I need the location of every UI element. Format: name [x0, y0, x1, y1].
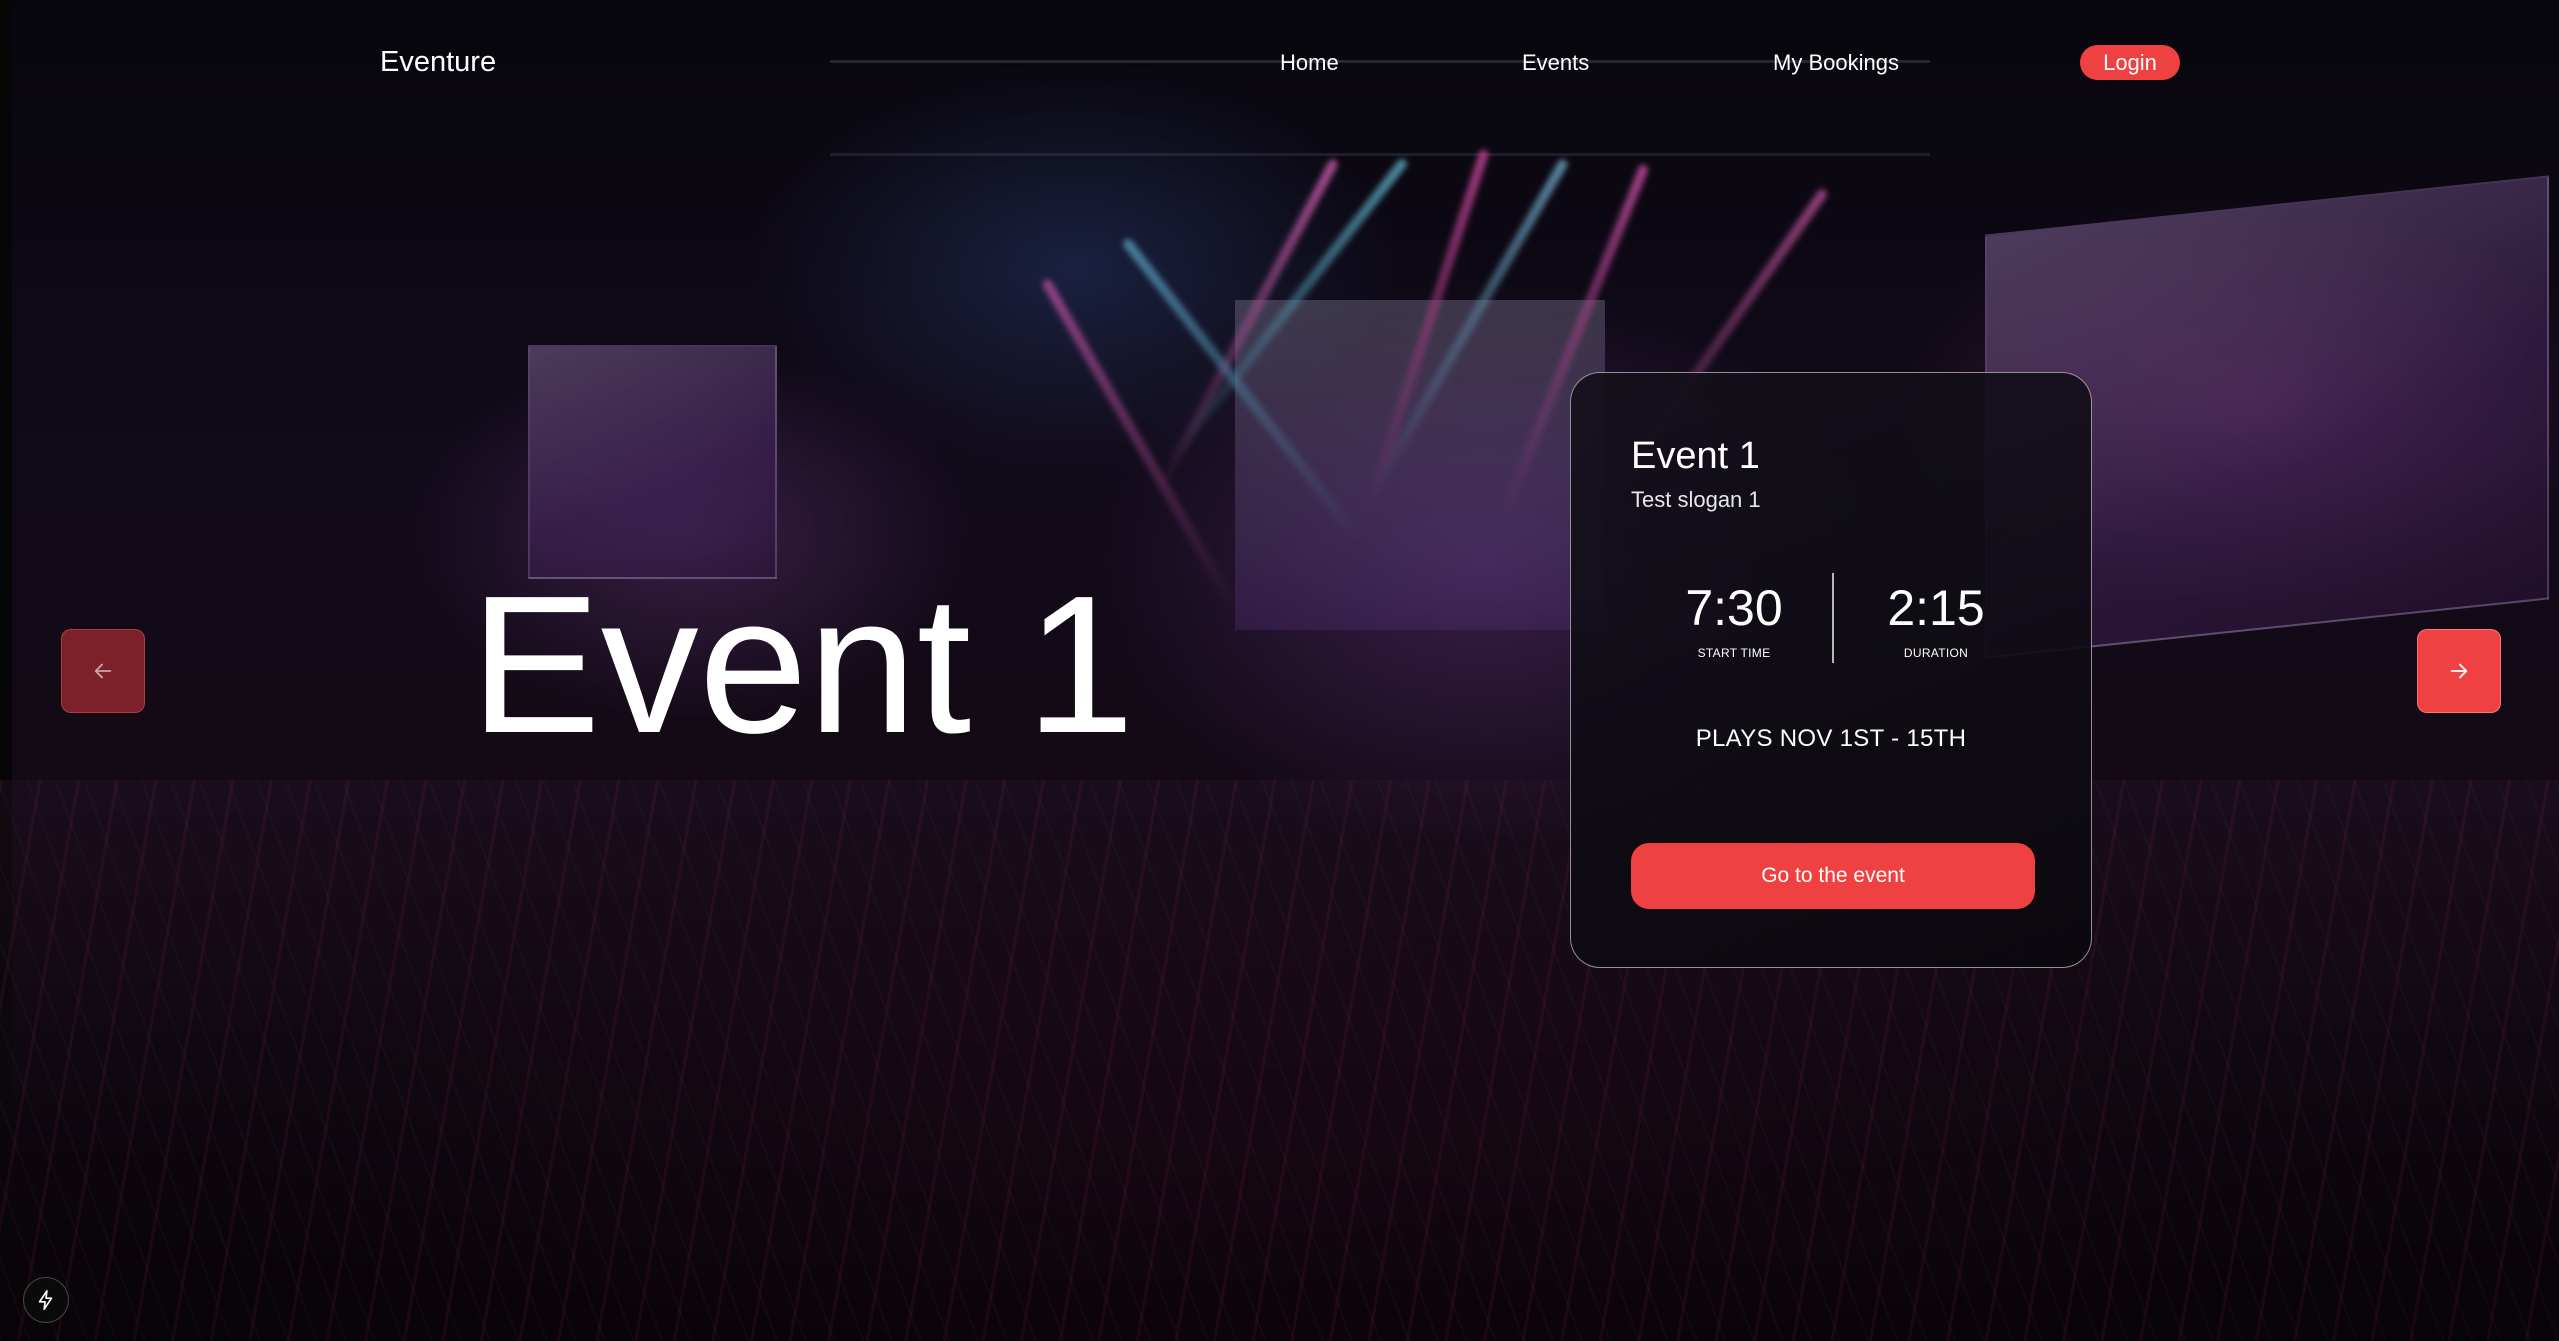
arrow-right-icon: [2450, 663, 2468, 679]
duration-value: 2:15: [1887, 580, 1985, 636]
play-dates: PLAYS NOV 1ST - 15TH: [1695, 725, 1967, 752]
go-to-event-button[interactable]: Go to the event: [1631, 843, 2035, 909]
stat-divider: [1832, 573, 1834, 663]
brand-logo[interactable]: Eventure: [380, 46, 496, 79]
event-card-slogan: Test slogan 1: [1631, 487, 1761, 512]
nav-link-events[interactable]: Events: [1522, 50, 1589, 76]
duration-label: DURATION: [1903, 646, 1969, 660]
start-time-value: 7:30: [1685, 580, 1783, 636]
event-card-title: Event 1: [1631, 435, 1760, 477]
arrow-left-icon: [94, 663, 112, 679]
dev-indicator-button[interactable]: [23, 1277, 69, 1323]
lightning-bolt-icon: [38, 1290, 53, 1310]
duration-stat: 2:15 DURATION: [1836, 578, 2036, 660]
nav-link-my-bookings[interactable]: My Bookings: [1773, 50, 1899, 76]
nav-link-home[interactable]: Home: [1280, 50, 1339, 76]
previous-slide-button[interactable]: [61, 629, 145, 713]
next-slide-button[interactable]: [2417, 629, 2501, 713]
start-time-stat: 7:30 START TIME: [1634, 578, 1834, 660]
hero-section: Eventure Home Events My Bookings Login E…: [0, 0, 2559, 1341]
event-card: Event 1 Test slogan 1 7:30 START TIME 2:…: [1570, 372, 2092, 968]
login-button[interactable]: Login: [2080, 45, 2180, 80]
start-time-label: START TIME: [1697, 646, 1771, 660]
dark-overlay: [0, 0, 2559, 1341]
hero-title: Event 1: [470, 555, 1135, 774]
